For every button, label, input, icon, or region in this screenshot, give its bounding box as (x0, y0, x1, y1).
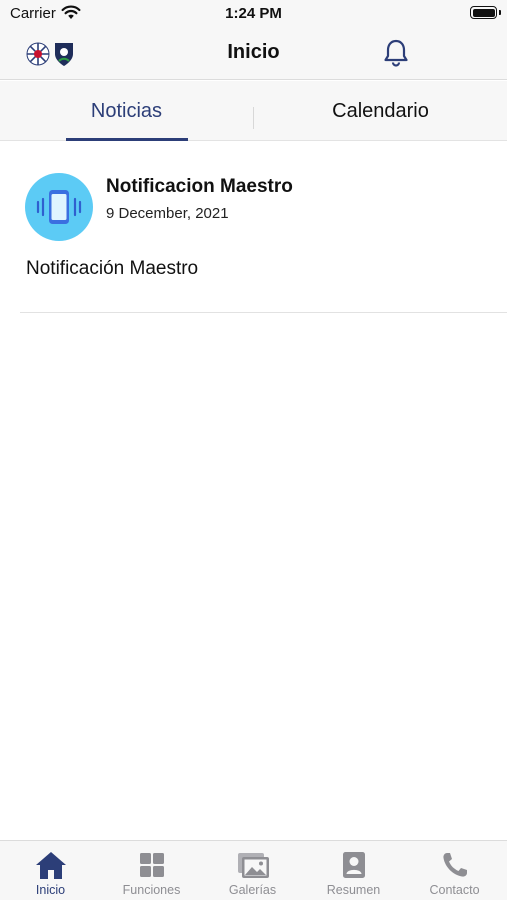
battery-tip (499, 10, 501, 15)
grid-icon (140, 853, 164, 877)
tab-bar-item-galerias[interactable]: Galerías (202, 841, 303, 900)
bottom-tab-bar: Inicio Funciones Galerías Resumen Contac… (0, 840, 507, 900)
status-time: 1:24 PM (225, 5, 282, 22)
navigation-bar: Inicio (0, 26, 507, 80)
tab-bar-label: Galerías (228, 883, 277, 897)
news-body: Notificación Maestro (26, 258, 199, 279)
tab-bar-label: Inicio (35, 883, 66, 897)
status-bar: Carrier 1:24 PM (0, 0, 507, 26)
home-icon (36, 852, 66, 879)
tab-bar-label: Resumen (326, 883, 381, 897)
vibrating-phone-icon (36, 190, 82, 224)
tab-bar-item-funciones[interactable]: Funciones (101, 841, 202, 900)
tab-noticias[interactable]: Noticias (0, 81, 253, 141)
tab-bar-label: Funciones (122, 883, 181, 897)
profile-card-icon (343, 852, 365, 878)
gallery-icon (238, 853, 269, 878)
tab-bar-item-contacto[interactable]: Contacto (404, 841, 505, 900)
news-feed: Notificacion Maestro 9 December, 2021 No… (0, 142, 507, 313)
page-title: Inicio (227, 41, 280, 63)
news-tabs: Noticias Calendario (0, 81, 507, 141)
battery-icon (470, 6, 497, 19)
news-avatar (25, 173, 93, 241)
bell-icon[interactable] (382, 38, 410, 68)
news-title: Notificacion Maestro (106, 176, 293, 197)
selected-tab-indicator (66, 138, 188, 141)
tab-bar-item-inicio[interactable]: Inicio (0, 841, 101, 900)
news-date: 9 December, 2021 (106, 205, 229, 222)
news-item[interactable]: Notificacion Maestro 9 December, 2021 No… (0, 142, 507, 313)
news-divider (20, 312, 507, 313)
tab-bar-label: Contacto (429, 883, 480, 897)
phone-icon (443, 853, 467, 877)
tab-bar-item-resumen[interactable]: Resumen (303, 841, 404, 900)
tab-calendario[interactable]: Calendario (254, 81, 507, 141)
